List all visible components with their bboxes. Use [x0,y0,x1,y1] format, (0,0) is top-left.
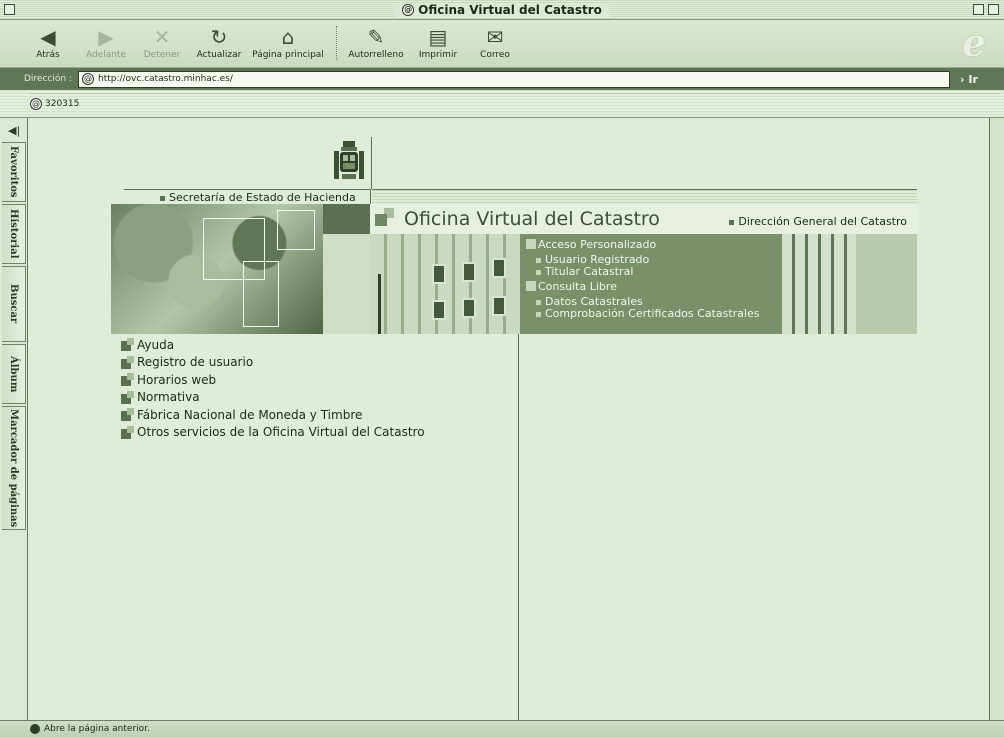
access-menu: Acceso Personalizado Usuario Registrado … [520,234,782,334]
forward-button[interactable]: ▶ Adelante [82,24,130,60]
map-square [243,261,279,327]
section-icon [526,239,536,249]
home-button[interactable]: ⌂ Página principal [250,24,326,60]
printer-icon: ▤ [428,25,448,49]
tab-album[interactable]: Álbum [2,344,26,404]
close-box[interactable] [4,4,15,15]
content-divider [518,334,519,720]
secretaria-label: Secretaría de Estado de Hacienda [124,189,371,204]
link-icon [121,408,134,422]
back-button[interactable]: ◀ Atrás [30,24,66,60]
ovc-header: Oficina Virtual del Catastro Dirección G… [370,204,917,234]
forward-arrow-icon: ▶ [98,25,114,49]
toolbar: ◀ Atrás ▶ Adelante ✕ Detener ↻ Actualiza… [0,20,1004,68]
comprobacion-certificados-link[interactable]: Comprobación Certificados Catastrales [526,308,782,320]
toolbar-separator [336,26,337,60]
ovc-title: Oficina Virtual del Catastro [404,208,660,230]
building-window [492,258,506,278]
page-icon: @ [402,3,415,16]
link-icon [121,425,134,439]
title-bar[interactable]: @ Oficina Virtual del Catastro [0,0,1004,20]
consulta-libre-link[interactable]: Consulta Libre [526,280,782,294]
link-otros-servicios[interactable]: Otros servicios de la Oficina Virtual de… [121,424,425,442]
bullet-icon [160,195,165,201]
crest-divider [371,137,372,189]
link-ayuda[interactable]: Ayuda [121,336,425,354]
banner-block [323,204,370,234]
go-arrow-icon: › [959,72,965,86]
map-square [277,210,315,250]
tab-historial[interactable]: Historial [2,204,26,264]
mail-button[interactable]: ✉ Correo [474,24,516,60]
link-fabrica-nacional[interactable]: Fábrica Nacional de Moneda y Timbre [121,406,425,424]
favorite-page-icon: @ [30,98,42,110]
link-normativa[interactable]: Normativa [121,389,425,407]
aerial-photo [111,204,323,334]
banner: Oficina Virtual del Catastro Dirección G… [111,204,917,334]
service-links: Ayuda Registro de usuario Horarios web N… [121,336,425,441]
link-horarios-web[interactable]: Horarios web [121,371,425,389]
section-icon [526,281,536,291]
refresh-button[interactable]: ↻ Actualizar [193,24,245,60]
bullet-icon [536,257,541,263]
building-window [492,296,506,316]
building-window [432,300,446,320]
address-url: http://ovc.catastro.minhac.es/ [97,74,233,84]
site-icon: @ [81,73,94,85]
banner-block [856,234,917,334]
tab-buscar[interactable]: Buscar [2,266,26,342]
status-bar: Abre la página anterior. [0,720,1004,737]
zoom-box[interactable] [973,4,984,15]
acceso-personalizado-link[interactable]: Acceso Personalizado [526,238,782,252]
banner-block [323,234,370,334]
favorite-item[interactable]: @ 320315 [30,98,79,110]
direccion-general-link[interactable]: Dirección General del Catastro [729,215,907,228]
explorer-sidebar: ◀| Favoritos Historial Buscar Álbum Marc… [0,118,28,720]
browser-logo-icon: e [962,20,987,65]
building-window [462,262,476,282]
status-globe-icon [30,724,40,734]
sidebar-toggle-icon[interactable]: ◀| [8,124,20,137]
vertical-scrollbar[interactable] [990,118,1004,720]
ovc-logo-icon [375,214,387,226]
link-icon [121,390,134,404]
go-button[interactable]: › Ir [960,73,978,86]
lamp-post [378,274,388,334]
header-stripe [372,189,917,204]
status-text: Abre la página anterior. [44,724,150,734]
street-photo [370,234,520,334]
print-button[interactable]: ▤ Imprimir [414,24,462,60]
address-bar: Dirección : @ http://ovc.catastro.minhac… [0,68,1004,90]
refresh-icon: ↻ [210,25,228,49]
link-registro-de-usuario[interactable]: Registro de usuario [121,354,425,372]
building-photo [782,234,856,334]
link-icon [121,338,134,352]
link-icon [121,355,134,369]
home-icon: ⌂ [281,25,295,49]
building-window [432,264,446,284]
stop-x-icon: ✕ [153,25,171,49]
coat-of-arms-icon [334,141,364,179]
link-icon [121,373,134,387]
address-label: Dirección : [24,74,72,84]
building-window [462,298,476,318]
favorites-bar-divider [30,93,1000,94]
tab-favoritos[interactable]: Favoritos [2,142,26,202]
collapse-box[interactable] [988,4,999,15]
address-input[interactable]: @ http://ovc.catastro.minhac.es/ [77,70,950,88]
titular-catastral-link[interactable]: Titular Catastral [526,266,782,278]
bullet-icon [536,311,541,317]
autofill-pen-icon: ✎ [367,25,385,49]
autofill-button[interactable]: ✎ Autorrelleno [344,24,408,60]
window-title: @ Oficina Virtual del Catastro [394,2,610,17]
bullet-icon [729,219,735,225]
bullet-icon [536,269,541,275]
back-arrow-icon: ◀ [40,25,56,49]
envelope-icon: ✉ [486,25,504,49]
favorites-bar: @ 320315 [0,90,1004,118]
bullet-icon [536,299,541,305]
tab-marcador-de-paginas[interactable]: Marcador de páginas [2,406,26,530]
stop-button[interactable]: ✕ Detener [140,24,184,60]
